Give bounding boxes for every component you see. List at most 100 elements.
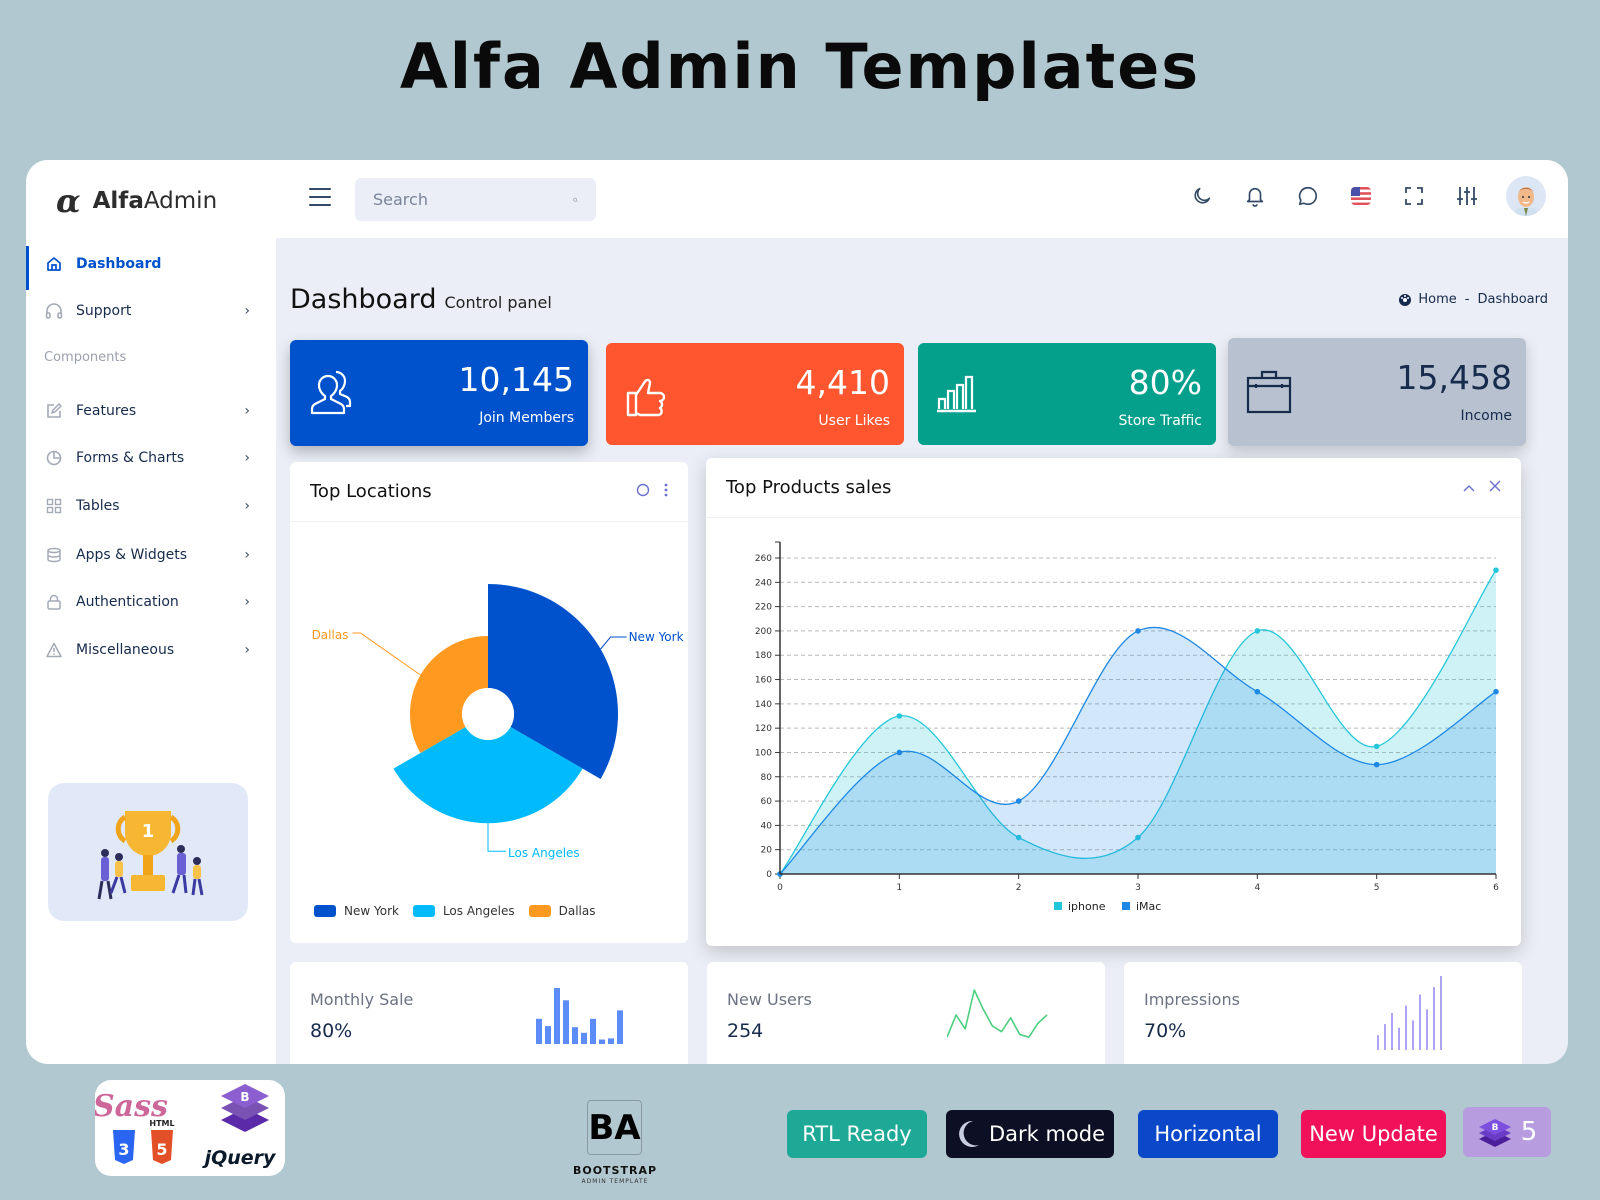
badge-bootstrap-5: B 5: [1463, 1107, 1551, 1157]
y-tick-label: 0: [766, 870, 772, 880]
top-icons: [1188, 176, 1546, 216]
top-bar: α AlfaAdmin: [26, 160, 1568, 238]
badge-label: Dark mode: [988, 1122, 1106, 1146]
y-tick-label: 80: [761, 773, 773, 783]
stat-card-store-traffic[interactable]: 80% Store Traffic: [918, 343, 1216, 445]
sidebar: Dashboard Support › Components Features …: [26, 238, 276, 1064]
legend-swatch: [1122, 902, 1130, 910]
data-point-imac: [1254, 688, 1261, 695]
data-point-iphone: [1373, 743, 1380, 750]
monthly-sale-sparkline: [536, 988, 623, 1044]
hamburger-line: [309, 204, 331, 206]
hamburger-line: [309, 196, 331, 198]
database-icon: [44, 545, 64, 565]
rose-label: Los Angeles: [508, 846, 580, 860]
language-button[interactable]: [1347, 182, 1375, 210]
svg-text:HTML: HTML: [149, 1119, 174, 1128]
mini-value: 70%: [1144, 1020, 1187, 1042]
y-tick-label: 200: [755, 627, 772, 637]
bootstrap-logo-icon: B: [1478, 1119, 1511, 1147]
fullscreen-button[interactable]: [1400, 182, 1428, 210]
data-point-imac: [896, 749, 903, 756]
sidebar-item-label: Tables: [76, 498, 120, 514]
rose-leader-line: [487, 823, 506, 852]
sidebar-item-forms-charts[interactable]: Forms & Charts ›: [26, 438, 276, 478]
legend-label: iphone: [1068, 900, 1106, 913]
sidebar-item-apps-widgets[interactable]: Apps & Widgets ›: [26, 535, 276, 575]
y-tick-label: 40: [761, 821, 773, 831]
sparkline-bar: [545, 1026, 551, 1044]
breadcrumb-home-link[interactable]: Home: [1418, 292, 1456, 307]
breadcrumb-separator: -: [1464, 292, 1470, 307]
y-tick-label: 160: [755, 676, 772, 686]
card-title: Top Locations: [310, 481, 432, 502]
legend-label: Los Angeles: [442, 904, 515, 918]
chevron-right-icon: ›: [244, 303, 250, 319]
sidebar-item-dashboard[interactable]: Dashboard: [26, 244, 276, 290]
moon-icon: [1194, 187, 1211, 204]
search-input[interactable]: [373, 190, 573, 209]
badge-label: RTL Ready: [802, 1122, 912, 1146]
users-icon: [310, 370, 352, 415]
badge-new-update: New Update: [1301, 1110, 1446, 1158]
sidebar-item-support[interactable]: Support ›: [26, 291, 276, 331]
sidebar-item-features[interactable]: Features ›: [26, 391, 276, 431]
sparkline-bar: [599, 1039, 605, 1044]
chevron-right-icon: ›: [244, 642, 250, 658]
close-icon[interactable]: [1489, 480, 1501, 496]
breadcrumb: Home - Dashboard: [1398, 292, 1548, 307]
y-tick-label: 260: [755, 554, 772, 564]
stat-card-join-members[interactable]: 10,145 Join Members: [290, 340, 588, 446]
stat-value: 15,458: [1396, 358, 1512, 397]
chart-legend: New York Los Angeles Dallas: [314, 904, 596, 918]
mini-card-monthly-sale: Monthly Sale 80%: [290, 962, 688, 1064]
rose-leader-line: [600, 636, 627, 650]
data-point-iphone: [896, 713, 903, 719]
refresh-circle-icon[interactable]: [636, 483, 650, 501]
sparkline-bar: [563, 1000, 569, 1044]
x-tick-label: 4: [1254, 883, 1260, 893]
svg-text:5: 5: [156, 1140, 167, 1159]
search-icon[interactable]: [573, 193, 578, 207]
us-flag-icon: [1351, 187, 1371, 205]
data-point-imac: [1135, 628, 1141, 634]
x-tick-label: 3: [1135, 883, 1141, 893]
page-title-text: Dashboard: [290, 284, 437, 315]
card-header: Top Locations: [290, 462, 688, 522]
mini-title: New Users: [727, 990, 812, 1009]
page-subtitle: Control panel: [444, 293, 552, 312]
briefcase-icon: [1246, 370, 1292, 414]
collapse-chevron-up-icon[interactable]: [1463, 480, 1475, 496]
sparkline-bar: [572, 1027, 578, 1044]
trophy-illustration: 1: [48, 783, 248, 921]
y-tick-label: 180: [755, 651, 772, 661]
warning-icon: [44, 640, 64, 660]
user-avatar[interactable]: [1506, 176, 1546, 216]
notifications-button[interactable]: [1241, 182, 1269, 210]
avatar-face-icon: [1515, 187, 1537, 216]
more-vertical-icon[interactable]: [664, 483, 668, 501]
sidebar-item-label: Miscellaneous: [76, 642, 175, 658]
stat-card-user-likes[interactable]: 4,410 User Likes: [606, 343, 904, 445]
rose-label: Dallas: [312, 628, 349, 642]
data-point-imac: [1493, 688, 1499, 695]
settings-button[interactable]: [1453, 182, 1481, 210]
stat-value: 80%: [1128, 363, 1202, 402]
sidebar-item-tables[interactable]: Tables ›: [26, 486, 276, 526]
sidebar-item-authentication[interactable]: Authentication ›: [26, 582, 276, 622]
messages-button[interactable]: [1294, 182, 1322, 210]
dashboard-gauge-icon: [1399, 293, 1412, 306]
stat-card-income[interactable]: 15,458 Income: [1228, 338, 1526, 446]
app-logo[interactable]: α AlfaAdmin: [56, 182, 217, 220]
legend-swatch: [528, 905, 551, 917]
mini-title: Monthly Sale: [310, 990, 414, 1009]
breadcrumb-current: Dashboard: [1477, 292, 1548, 307]
rose-center-hole: [462, 688, 514, 740]
data-point-iphone: [1493, 567, 1499, 573]
x-tick-label: 0: [777, 883, 783, 893]
new-users-sparkline: [947, 989, 1048, 1039]
sidebar-item-miscellaneous[interactable]: Miscellaneous ›: [26, 630, 276, 670]
sidebar-item-label: Dashboard: [76, 256, 162, 272]
dark-mode-button[interactable]: [1188, 182, 1216, 210]
menu-toggle-button[interactable]: [309, 188, 331, 206]
